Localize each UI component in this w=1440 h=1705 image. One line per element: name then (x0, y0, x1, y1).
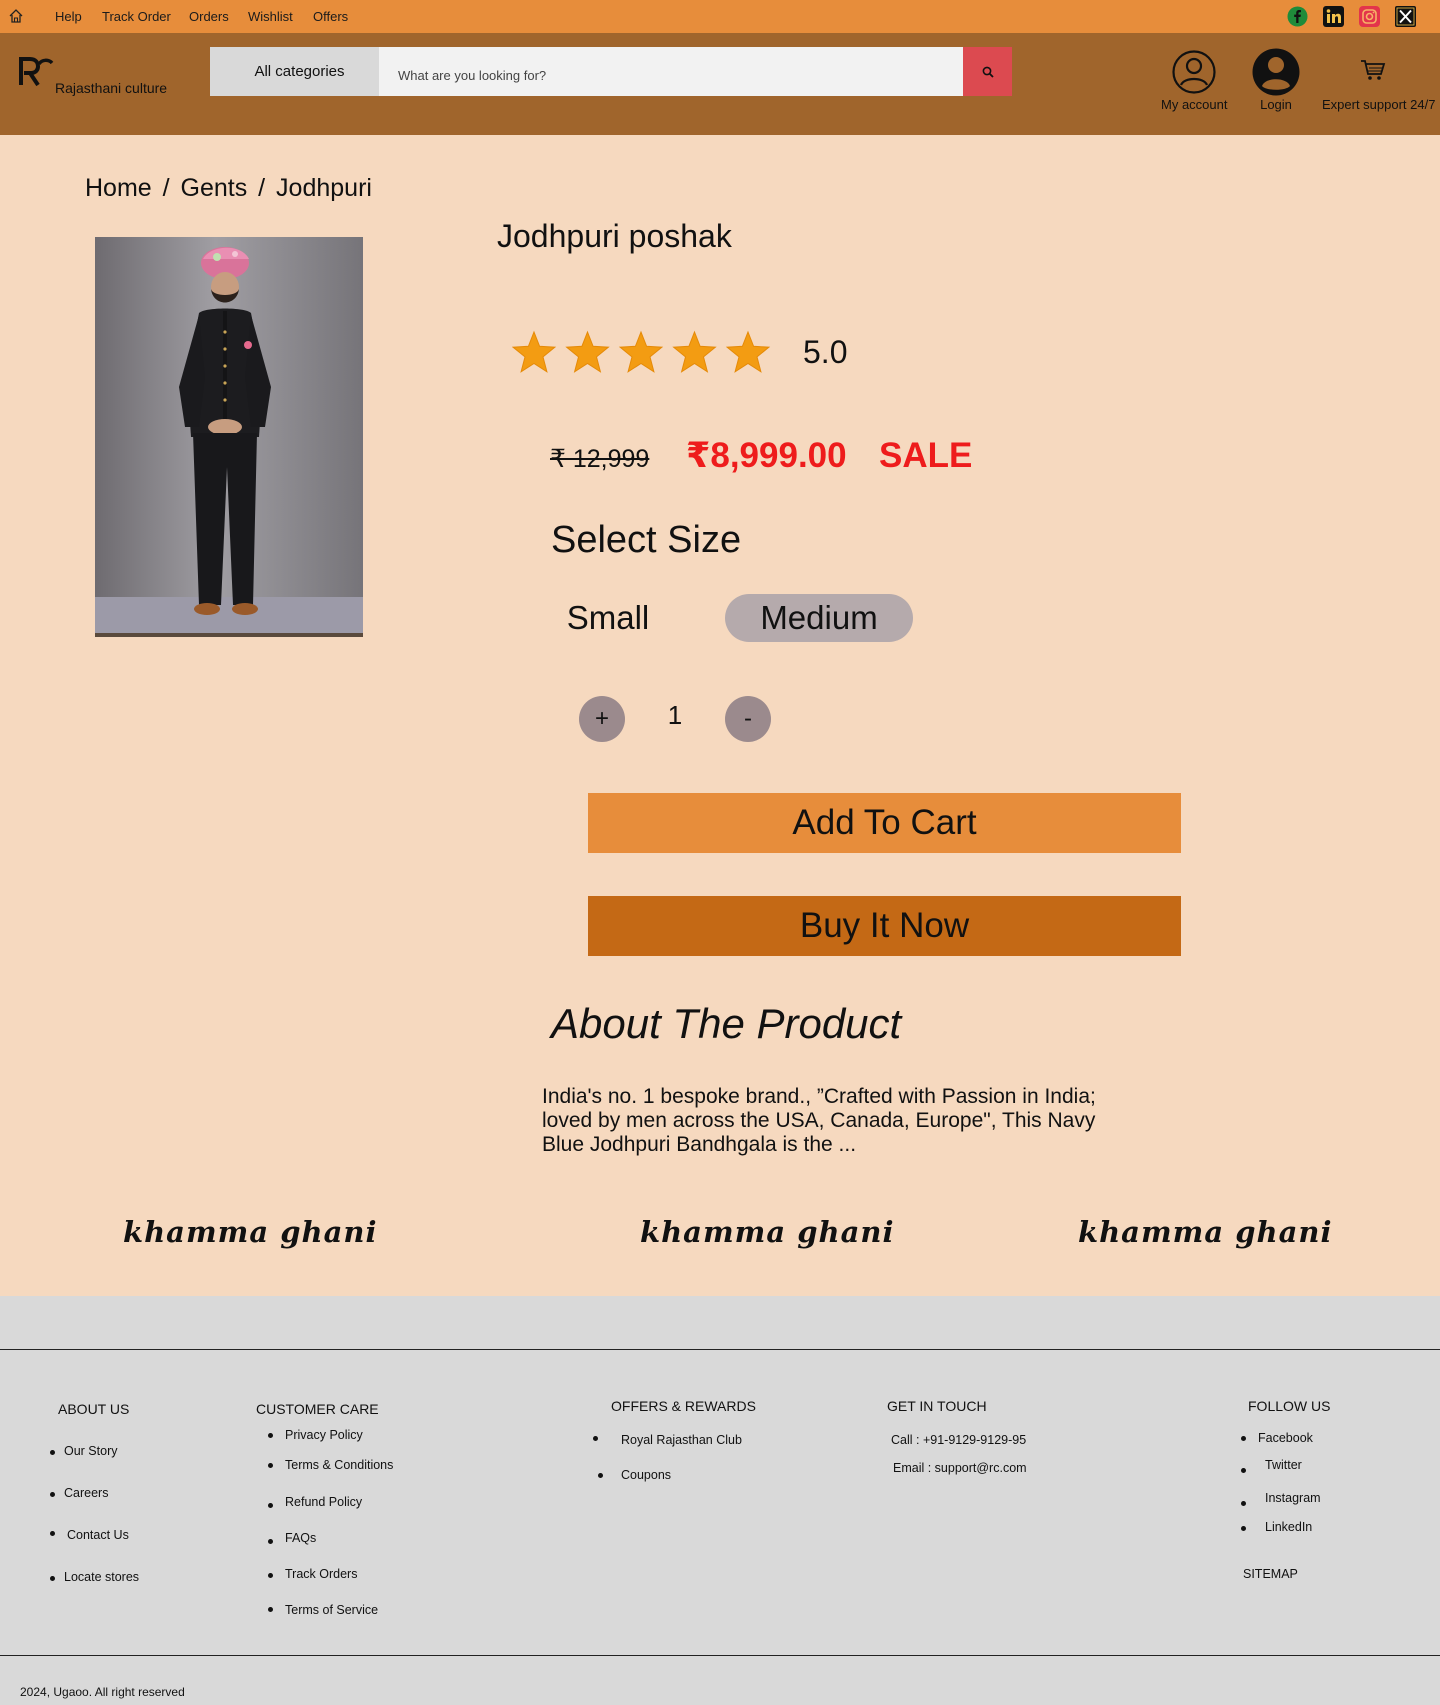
footer-divider (0, 1349, 1440, 1350)
footer-link-careers[interactable]: Careers (64, 1486, 108, 1500)
bullet (1241, 1468, 1246, 1473)
bullet (1241, 1526, 1246, 1531)
footer-contact-heading: GET IN TOUCH (887, 1398, 987, 1414)
size-option-medium[interactable]: Medium (725, 594, 913, 642)
khamma-ghani-text: khamma ghani (123, 1215, 378, 1249)
quantity-decrease-button[interactable]: - (725, 696, 771, 742)
login-link[interactable]: Login (1256, 97, 1296, 112)
quantity-increase-button[interactable]: + (579, 696, 625, 742)
footer-link-terms-of-service[interactable]: Terms of Service (285, 1603, 378, 1617)
size-option-small[interactable]: Small (555, 594, 661, 642)
rating-value: 5.0 (803, 334, 848, 370)
buy-it-now-button[interactable]: Buy It Now (588, 896, 1181, 956)
nav-orders[interactable]: Orders (189, 9, 229, 24)
footer-link-refund-policy[interactable]: Refund Policy (285, 1495, 362, 1509)
about-product-heading: About The Product (551, 1000, 902, 1047)
footer-link-royal-rajasthan-club[interactable]: Royal Rajasthan Club (621, 1433, 742, 1447)
breadcrumb[interactable]: Home / Gents / Jodhpuri (85, 174, 372, 203)
top-bar: Help Track Order Orders Wishlist Offers (0, 0, 1440, 33)
footer-divider (0, 1655, 1440, 1656)
star-icon (512, 330, 557, 373)
product-title: Jodhpuri poshak (497, 218, 732, 254)
my-account-link[interactable]: My account (1161, 97, 1227, 112)
star-icon (565, 330, 610, 373)
nav-offers[interactable]: Offers (313, 9, 348, 24)
bullet (1241, 1436, 1246, 1441)
sale-price: ₹8,999.00 (686, 436, 847, 475)
star-icon (725, 330, 771, 373)
footer-about-heading: ABOUT US (58, 1401, 130, 1417)
cart-icon[interactable] (1360, 59, 1386, 81)
footer-link-contact-us[interactable]: Contact Us (67, 1528, 129, 1542)
footer-link-faqs[interactable]: FAQs (285, 1531, 316, 1545)
copyright-text: 2024, Ugaoo. All right reserved (20, 1685, 185, 1699)
bullet (268, 1463, 273, 1468)
bullet (1241, 1501, 1246, 1506)
bullet (268, 1573, 273, 1578)
about-product-text: India's no. 1 bespoke brand., ”Crafted w… (542, 1085, 1096, 1156)
star-icon (672, 330, 717, 373)
footer-link-privacy-policy[interactable]: Privacy Policy (285, 1428, 363, 1442)
quantity-value: 1 (667, 700, 683, 730)
facebook-icon[interactable] (1287, 6, 1308, 27)
site-footer (0, 1296, 1440, 1705)
footer-link-twitter[interactable]: Twitter (1265, 1458, 1302, 1472)
star-icon (618, 330, 664, 373)
x-icon[interactable] (1395, 6, 1416, 27)
login-user-icon[interactable] (1252, 48, 1300, 96)
bullet (598, 1473, 603, 1478)
khamma-ghani-text: khamma ghani (1078, 1215, 1333, 1249)
product-image[interactable] (95, 237, 363, 637)
footer-care-heading: CUSTOMER CARE (256, 1401, 379, 1417)
bullet (593, 1436, 598, 1441)
bullet (50, 1531, 55, 1536)
nav-track-order[interactable]: Track Order (102, 9, 171, 24)
all-categories-button[interactable]: All categories (210, 47, 379, 96)
bullet (50, 1450, 55, 1455)
nav-help[interactable]: Help (55, 9, 82, 24)
footer-link-instagram[interactable]: Instagram (1265, 1491, 1321, 1505)
instagram-icon[interactable] (1359, 6, 1380, 27)
search-button[interactable] (963, 47, 1012, 96)
search-icon (982, 66, 994, 78)
nav-wishlist[interactable]: Wishlist (248, 9, 293, 24)
home-icon[interactable] (8, 8, 24, 24)
footer-link-our-story[interactable]: Our Story (64, 1444, 118, 1458)
footer-offers-heading: OFFERS & REWARDS (611, 1398, 756, 1414)
footer-link-linkedin[interactable]: LinkedIn (1265, 1520, 1312, 1534)
footer-link-terms-conditions[interactable]: Terms & Conditions (285, 1458, 393, 1472)
brand-logo[interactable] (18, 55, 54, 87)
expert-support-link[interactable]: Expert support 24/7 (1322, 97, 1435, 112)
add-to-cart-button[interactable]: Add To Cart (588, 793, 1181, 853)
bullet (50, 1576, 55, 1581)
bullet (268, 1539, 273, 1544)
footer-link-coupons[interactable]: Coupons (621, 1468, 671, 1482)
footer-link-facebook[interactable]: Facebook (1258, 1431, 1313, 1445)
footer-link-sitemap[interactable]: SITEMAP (1243, 1567, 1298, 1581)
sale-badge: SALE (879, 436, 973, 475)
bullet (268, 1433, 273, 1438)
footer-link-track-orders[interactable]: Track Orders (285, 1567, 357, 1581)
search-input[interactable] (379, 47, 963, 96)
original-price: ₹ 12,999 (550, 445, 650, 473)
footer-call[interactable]: Call : +91-9129-9129-95 (891, 1433, 1026, 1447)
site-header: Rajasthani culture All categories My acc… (0, 33, 1440, 135)
linkedin-icon[interactable] (1323, 6, 1344, 27)
select-size-label: Select Size (551, 519, 742, 561)
account-icon[interactable] (1172, 50, 1216, 94)
rating-stars (512, 330, 771, 373)
brand-name: Rajasthani culture (55, 80, 168, 96)
khamma-ghani-text: khamma ghani (640, 1215, 895, 1249)
bullet (50, 1492, 55, 1497)
footer-link-locate-stores[interactable]: Locate stores (64, 1570, 139, 1584)
footer-email[interactable]: Email : support@rc.com (893, 1461, 1027, 1475)
footer-follow-heading: FOLLOW US (1248, 1398, 1331, 1414)
bullet (268, 1503, 273, 1508)
bullet (268, 1607, 273, 1612)
